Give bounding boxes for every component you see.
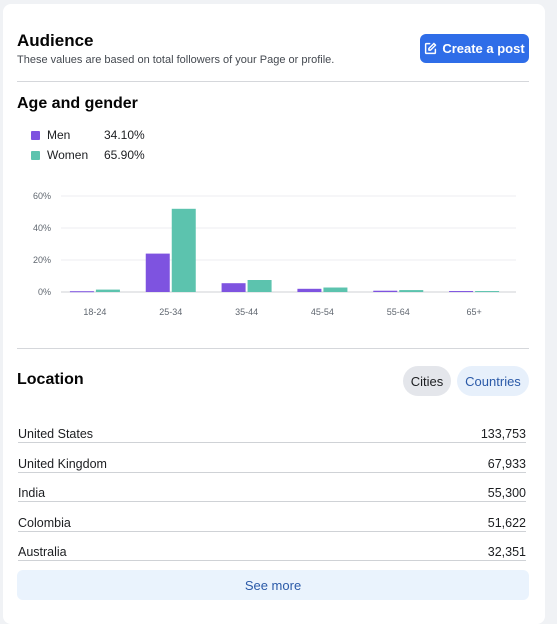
location-row: Colombia 51,622	[18, 503, 526, 532]
audience-title: Audience	[17, 31, 94, 50]
location-title: Location	[17, 371, 84, 388]
audience-card: Audience These values are based on total…	[3, 4, 545, 624]
divider	[17, 81, 529, 82]
location-name: India	[18, 486, 46, 500]
legend-swatch-women	[31, 150, 40, 160]
legend-value-men: 34.10%	[104, 128, 145, 142]
legend-item-men: Men 34.10%	[31, 128, 145, 142]
x-tick-label: 25-34	[159, 307, 182, 317]
y-tick-label: 60%	[33, 191, 51, 201]
x-tick-label: 55-64	[387, 307, 410, 317]
x-tick-label: 45-54	[311, 307, 334, 317]
bar-women-35-44	[247, 280, 272, 292]
location-value: 67,933	[487, 457, 526, 471]
bar-men-18-24	[69, 291, 94, 293]
y-tick-label: 20%	[33, 255, 51, 265]
age-gender-bar-chart: 0% 20% 40% 60% 18-24 25-34 35-44 45-54 55-64 65+	[33, 191, 516, 317]
y-tick-label: 0%	[38, 287, 51, 297]
bar-women-18-24	[95, 289, 120, 292]
bar-men-65+	[449, 291, 474, 293]
bar-men-45-54	[297, 288, 322, 292]
location-name: Australia	[18, 545, 67, 559]
legend-item-women: Women 65.90%	[31, 148, 145, 162]
location-name: Colombia	[18, 516, 71, 530]
location-row: India 55,300	[18, 473, 526, 502]
location-value: 133,753	[480, 427, 526, 441]
bar-men-35-44	[221, 283, 246, 292]
age-gender-title: Age and gender	[17, 95, 138, 112]
x-tick-label: 65+	[466, 307, 481, 317]
legend-label-women: Women	[47, 148, 89, 162]
location-value: 51,622	[487, 516, 526, 530]
bar-women-25-34	[171, 208, 196, 292]
see-more-button[interactable]: See more	[17, 570, 529, 600]
tab-countries[interactable]: Countries	[457, 366, 529, 396]
location-name: United States	[18, 427, 94, 441]
x-tick-label: 35-44	[235, 307, 258, 317]
location-name: United Kingdom	[18, 457, 107, 471]
bar-men-55-64	[373, 290, 398, 292]
tab-cities[interactable]: Cities	[403, 366, 451, 396]
legend-value-women: 65.90%	[104, 148, 145, 162]
bar-men-25-34	[145, 253, 170, 292]
y-tick-label: 40%	[33, 223, 51, 233]
bar-women-65+	[475, 291, 500, 293]
audience-subtitle: These values are based on total follower…	[17, 54, 335, 66]
legend-swatch-men	[31, 130, 40, 140]
location-row: Australia 32,351	[18, 532, 526, 561]
bar-women-55-64	[399, 290, 424, 292]
bar-women-45-54	[323, 287, 348, 292]
location-value: 55,300	[487, 486, 526, 500]
location-row: United States 133,753	[18, 414, 526, 443]
divider	[17, 348, 529, 349]
location-value: 32,351	[487, 545, 526, 559]
location-row: United Kingdom 67,933	[18, 444, 526, 473]
create-post-button[interactable]: Create a post	[420, 34, 529, 63]
edit-icon	[424, 42, 437, 55]
legend-label-men: Men	[47, 128, 71, 142]
x-tick-label: 18-24	[83, 307, 106, 317]
create-post-label: Create a post	[442, 41, 525, 56]
